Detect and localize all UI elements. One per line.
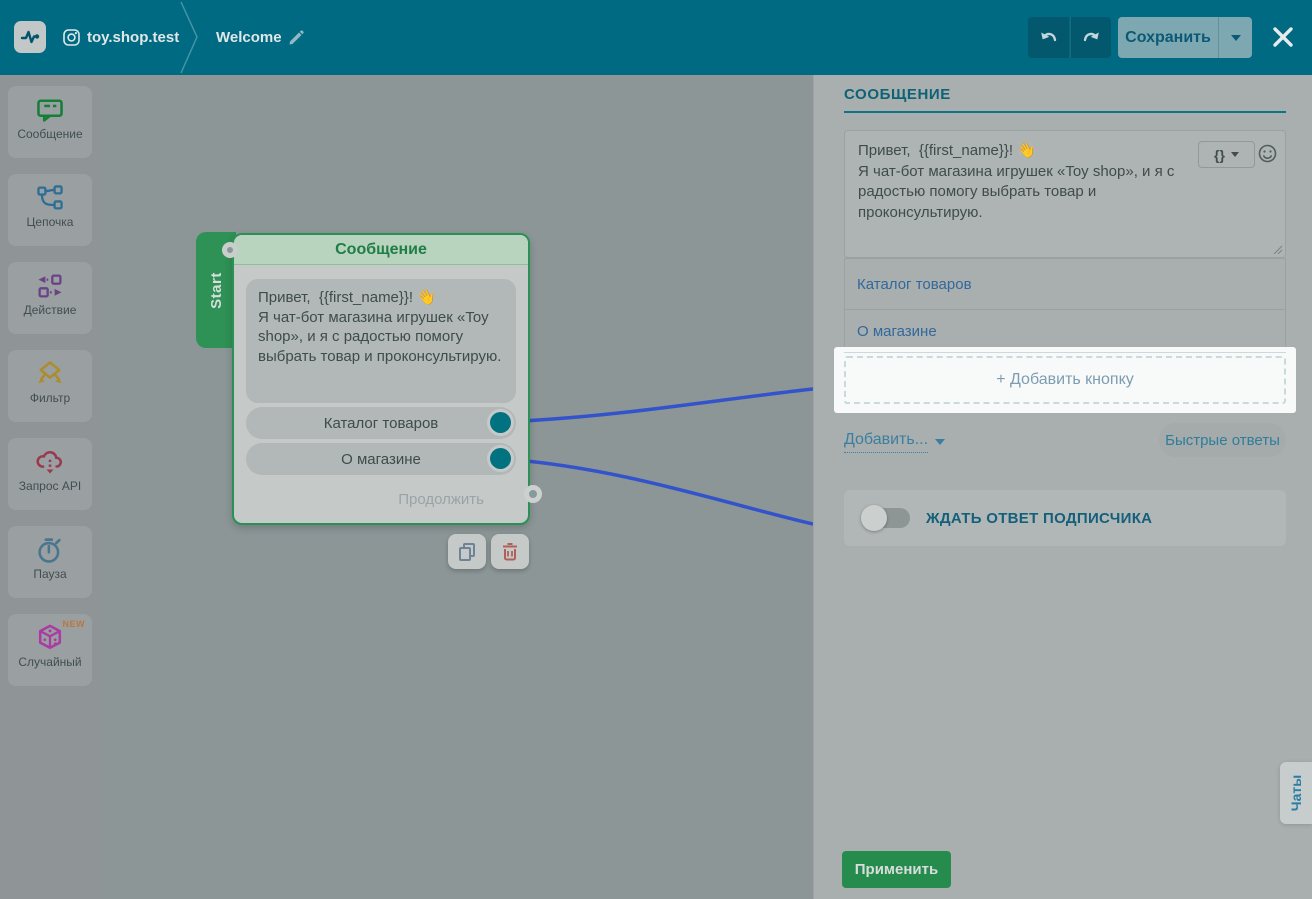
node-message-bubble: Привет, {{first_name}}! 👋 Я чат-бот мага… [246,279,516,403]
continue-output-port[interactable] [524,485,542,503]
new-badge: NEW [63,619,86,629]
add-more-label: Добавить... [844,431,928,453]
pulse-icon [19,26,41,48]
close-icon[interactable] [1270,24,1296,50]
onboarding-spotlight: + Добавить кнопку [834,347,1296,413]
api-request-icon [8,446,92,478]
filter-icon [8,358,92,390]
redo-button[interactable] [1070,17,1111,58]
breadcrumb-account: toy.shop.test [87,29,179,46]
sidebar-item-api-request[interactable]: Запрос API [8,438,92,510]
sidebar-item-chain[interactable]: Цепочка [8,174,92,246]
copy-node-button[interactable] [448,534,486,569]
wait-reply-toggle[interactable] [864,508,910,528]
app-logo[interactable] [14,21,46,53]
save-button-label: Сохранить [1118,29,1218,47]
node-input-port[interactable] [222,242,238,258]
section-title-underline [844,111,1286,113]
sidebar-item-random[interactable]: NEW Случайный [8,614,92,686]
sidebar-item-label: Цепочка [8,215,92,229]
undo-icon [1038,27,1060,49]
pause-timer-icon [8,534,92,566]
save-button[interactable]: Сохранить [1118,17,1252,58]
edit-pencil-icon[interactable] [288,30,304,46]
delete-node-button[interactable] [491,534,529,569]
chevron-down-icon [1231,152,1239,157]
start-tab-label: Start [208,272,225,309]
output-port[interactable] [490,412,511,433]
sidebar-item-message[interactable]: Сообщение [8,86,92,158]
flow-canvas[interactable]: Start Сообщение Привет, {{first_name}}! … [100,75,813,899]
sidebar-item-pause[interactable]: Пауза [8,526,92,598]
row-border-line [844,352,1286,353]
apply-button[interactable]: Применить [842,851,951,888]
trash-icon [501,542,519,561]
copy-icon [457,542,477,562]
insert-variable-button[interactable]: {} [1198,141,1255,168]
variable-braces-icon: {} [1214,147,1225,163]
sidebar-item-label: Пауза [8,567,92,581]
top-bar: toy.shop.test Welcome Сохранить [0,0,1312,75]
sidebar-item-label: Сообщение [8,127,92,141]
breadcrumb-separator [178,0,202,75]
resize-handle[interactable] [1273,245,1283,255]
chain-icon [8,182,92,214]
chats-tab[interactable]: Чаты [1280,762,1312,824]
sidebar-item-action[interactable]: Действие [8,262,92,334]
flow-name: Welcome [216,29,282,46]
blocks-sidebar: Сообщение Цепочка [0,75,100,899]
sidebar-item-filter[interactable]: Фильтр [8,350,92,422]
node-button-label: Каталог товаров [324,415,439,432]
toggle-knob [861,505,887,531]
message-text: Привет, {{first_name}}! 👋 Я чат-бот мага… [858,141,1193,224]
add-more-dropdown[interactable]: Добавить... [844,431,945,453]
sidebar-item-label: Действие [8,303,92,317]
redo-icon [1080,27,1102,49]
node-title: Сообщение [234,235,528,265]
sidebar-item-label: Запрос API [8,479,92,493]
node-button-label: О магазине [341,451,421,468]
sidebar-item-label: Случайный [8,655,92,669]
wait-reply-label: ЖДАТЬ ОТВЕТ ПОДПИСЧИКА [926,510,1152,527]
action-icon [8,270,92,302]
output-port[interactable] [490,448,511,469]
add-button-button[interactable]: + Добавить кнопку [844,356,1286,404]
flow-builder-app: toy.shop.test Welcome Сохранить [0,0,1312,899]
panel-button-catalog[interactable]: Каталог товаров [845,259,1285,309]
quick-replies-button[interactable]: Быстрые ответы [1159,423,1286,457]
message-textarea[interactable]: Привет, {{first_name}}! 👋 Я чат-бот мага… [844,130,1286,258]
settings-panel: СООБЩЕНИЕ Привет, {{first_name}}! 👋 Я ча… [813,75,1312,899]
node-button-about[interactable]: О магазине [246,443,516,475]
message-node[interactable]: Сообщение Привет, {{first_name}}! 👋 Я ча… [232,233,530,525]
message-icon [8,94,92,126]
chats-tab-label: Чаты [1288,775,1304,811]
continue-label: Продолжить [398,491,484,508]
sidebar-item-label: Фильтр [8,391,92,405]
node-button-catalog[interactable]: Каталог товаров [246,407,516,439]
button-list: Каталог товаров О магазине [844,258,1286,352]
panel-section-title: СООБЩЕНИЕ [844,86,951,103]
instagram-icon [63,29,80,46]
save-dropdown-button[interactable] [1219,35,1252,41]
emoji-picker-icon[interactable] [1258,144,1277,163]
wait-reply-card: ЖДАТЬ ОТВЕТ ПОДПИСЧИКА [844,490,1286,546]
chevron-down-icon [935,439,945,445]
chevron-down-icon [1231,35,1241,41]
undo-button[interactable] [1028,17,1069,58]
